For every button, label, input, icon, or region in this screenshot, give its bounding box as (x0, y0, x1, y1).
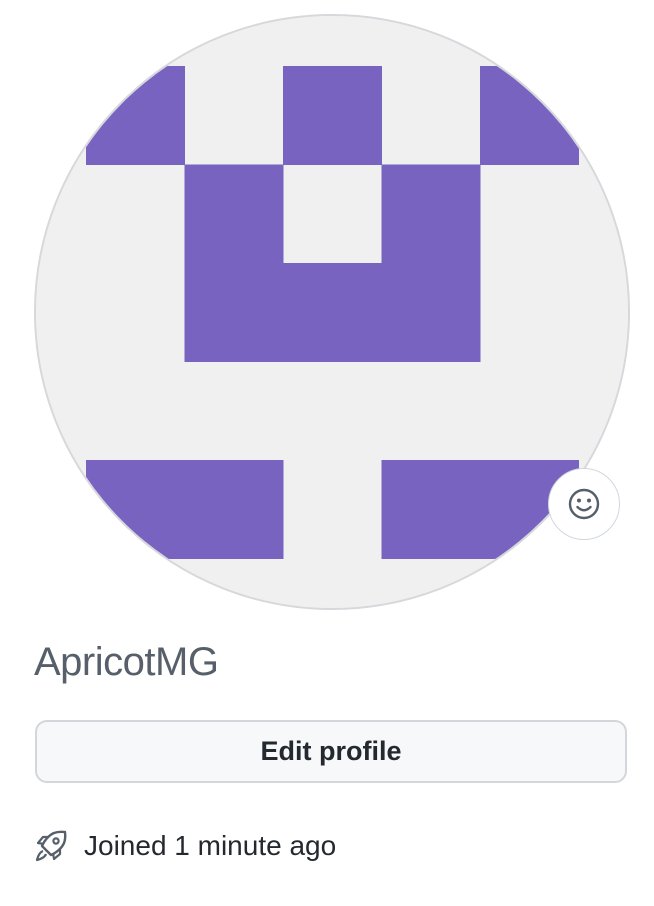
set-status-button[interactable] (548, 468, 620, 540)
avatar[interactable] (34, 14, 630, 610)
joined-date-text: Joined 1 minute ago (84, 830, 337, 861)
identicon-cell (480, 66, 579, 165)
identicon-cell (86, 460, 185, 559)
identicon-cell (184, 460, 284, 559)
profile-sidebar: ApricotMG Edit profile Joined 1 minute a… (0, 0, 654, 906)
smiley-icon (568, 488, 600, 520)
identicon-cell (283, 263, 382, 362)
identicon-cell (184, 263, 284, 362)
identicon-cell (283, 66, 382, 165)
identicon-cell (184, 164, 284, 264)
identicon-cell (381, 460, 481, 559)
avatar-container (34, 14, 630, 610)
username: ApricotMG (34, 640, 219, 684)
identicon-cell (381, 164, 481, 264)
rocket-icon (35, 830, 67, 862)
identicon-cell (381, 263, 481, 362)
joined-info: Joined 1 minute ago (34, 826, 336, 866)
identicon-cell (86, 66, 185, 165)
edit-profile-button[interactable]: Edit profile (35, 720, 627, 783)
identicon (36, 16, 628, 608)
